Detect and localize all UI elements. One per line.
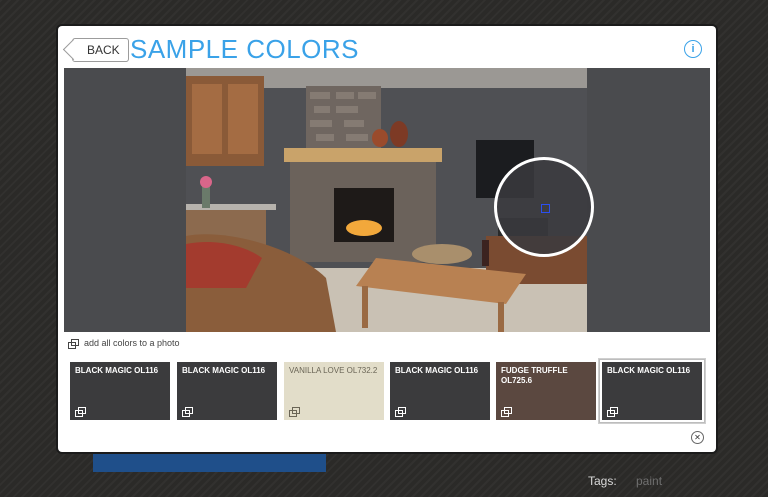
swatch-name: BLACK MAGIC OL116 xyxy=(182,366,266,375)
info-icon[interactable]: i xyxy=(684,40,702,58)
stack-icon xyxy=(501,407,512,417)
add-all-label: add all colors to a photo xyxy=(84,338,180,348)
close-button[interactable]: ✕ xyxy=(691,431,704,444)
stack-icon xyxy=(395,407,406,417)
swatch-name: BLACK MAGIC OL116 xyxy=(75,366,159,375)
stack-icon xyxy=(68,338,79,349)
color-swatch[interactable]: BLACK MAGIC OL116 xyxy=(390,362,490,420)
color-swatch[interactable]: BLACK MAGIC OL116 xyxy=(70,362,170,420)
swatch-list: BLACK MAGIC OL116 BLACK MAGIC OL116 VANI… xyxy=(70,359,710,423)
sample-colors-modal: BACK SAMPLE COLORS i add all colors to a… xyxy=(58,26,716,452)
page-title: SAMPLE COLORS xyxy=(130,34,360,64)
background-blue-bar xyxy=(93,452,326,472)
color-swatch[interactable]: BLACK MAGIC OL116 xyxy=(177,362,277,420)
photo-area xyxy=(64,68,710,332)
add-all-colors-link[interactable]: add all colors to a photo xyxy=(68,338,180,349)
stack-icon xyxy=(182,407,193,417)
color-swatch[interactable]: VANILLA LOVE OL732.2 xyxy=(284,362,384,420)
color-swatch[interactable]: FUDGE TRUFFLE OL725.6 xyxy=(496,362,596,420)
swatch-name: VANILLA LOVE OL732.2 xyxy=(289,366,378,375)
swatch-name: BLACK MAGIC OL116 xyxy=(395,366,479,375)
crosshair-icon xyxy=(541,204,550,213)
background-label-2: paint xyxy=(636,474,663,488)
background-label: Tags: xyxy=(588,474,617,488)
swatch-name: FUDGE TRUFFLE OL725.6 xyxy=(501,366,568,385)
back-button[interactable]: BACK xyxy=(72,38,129,62)
stack-icon xyxy=(75,407,86,417)
swatch-name: BLACK MAGIC OL116 xyxy=(607,366,691,375)
stack-icon xyxy=(289,407,300,417)
color-picker-loupe[interactable] xyxy=(494,157,594,257)
stack-icon xyxy=(607,407,618,417)
color-swatch-selected[interactable]: BLACK MAGIC OL116 xyxy=(599,359,705,423)
